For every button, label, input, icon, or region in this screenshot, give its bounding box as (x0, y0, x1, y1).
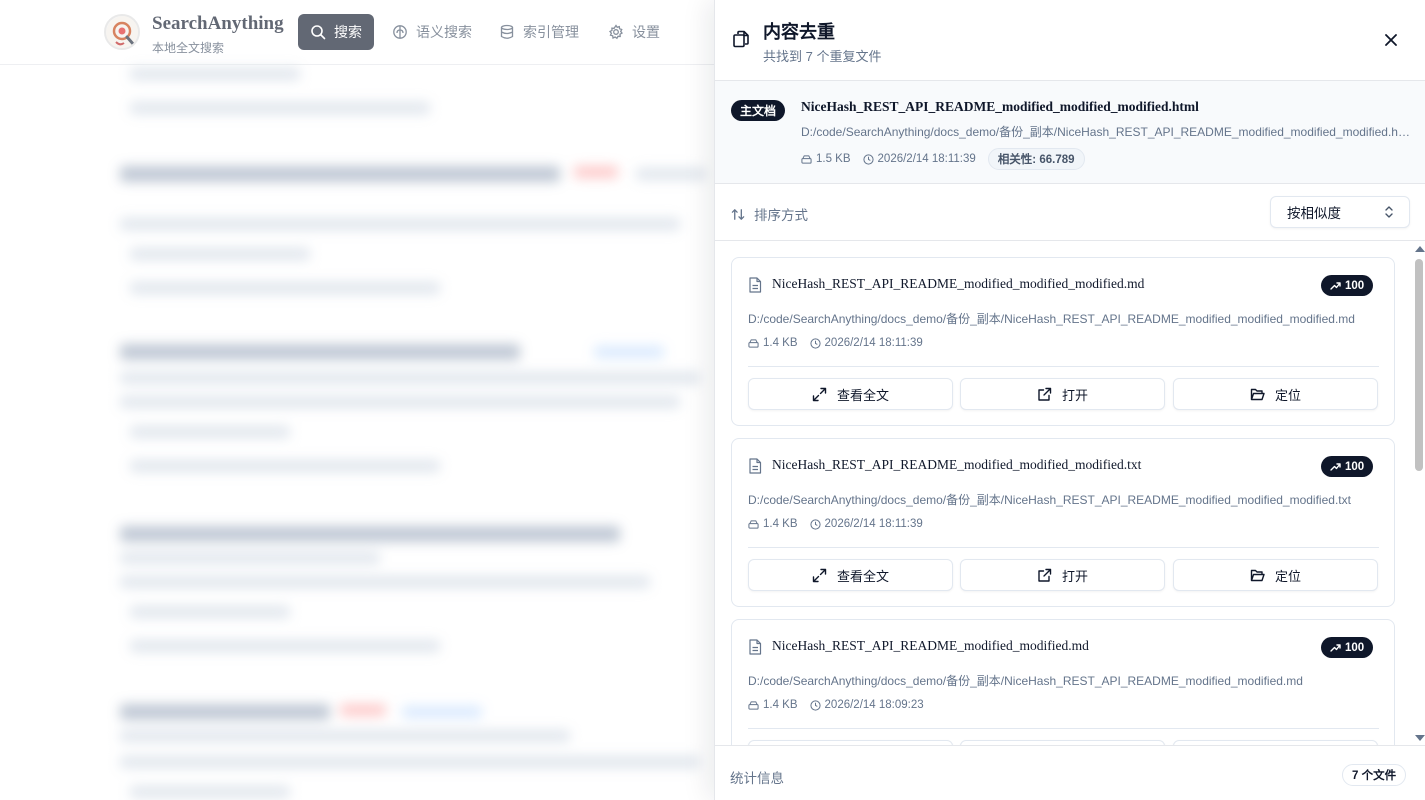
external-link-icon (1038, 568, 1052, 582)
primary-file-name[interactable]: NiceHash_REST_API_README_modified_modifi… (801, 99, 1199, 115)
file-time: 2026/2/14 18:11:39 (809, 518, 923, 530)
sort-label-text: 排序方式 (754, 208, 808, 223)
file-icon (749, 277, 762, 293)
similarity-score: 100 (1345, 641, 1365, 654)
primary-file-path: D:/code/SearchAnything/docs_demo/备份_副本/N… (801, 125, 1411, 139)
file-icon (749, 639, 762, 655)
drive-icon (801, 154, 812, 164)
duplicate-meta: 1.4 KB 2026/2/14 18:11:39 (748, 337, 935, 349)
locate-label: 定位 (1274, 568, 1301, 584)
file-size-value: 1.4 KB (763, 337, 798, 349)
primary-badge: 主文档 (731, 100, 786, 121)
panel-subtitle: 共找到 7 个重复文件 (763, 49, 882, 64)
file-time: 2026/2/14 18:11:39 (809, 337, 923, 349)
card-divider (748, 366, 1379, 367)
expand-icon (812, 568, 827, 582)
file-time-value: 2026/2/14 18:11:39 (824, 518, 923, 530)
similarity-badge: 100 (1321, 275, 1374, 296)
panel-footer: 统计信息 7 个文件 (715, 745, 1425, 800)
panel-header: 内容去重 共找到 7 个重复文件 (715, 0, 1425, 81)
card-divider (748, 728, 1379, 729)
close-icon (1385, 34, 1397, 46)
open-button[interactable]: 打开 (960, 559, 1165, 591)
trend-up-icon (1330, 282, 1341, 290)
drive-icon (748, 338, 759, 348)
sort-select[interactable]: 按相似度 (1270, 196, 1410, 228)
file-time: 2026/2/14 18:09:23 (809, 699, 924, 711)
sort-select-value: 按相似度 (1287, 206, 1341, 221)
locate-label: 定位 (1274, 387, 1301, 403)
duplicate-meta: 1.4 KB 2026/2/14 18:09:23 (748, 699, 936, 711)
sort-bar: 排序方式 按相似度 (715, 184, 1425, 241)
file-count-badge: 7 个文件 (1342, 764, 1407, 786)
chevron-up-down-icon (1385, 206, 1393, 218)
clock-icon (862, 153, 874, 165)
similarity-badge: 100 (1321, 456, 1374, 477)
open-button[interactable]: 打开 (960, 378, 1165, 410)
open-label: 打开 (1061, 568, 1088, 584)
file-time-value: 2026/2/14 18:11:39 (824, 337, 923, 349)
panel-title: 内容去重 (763, 22, 835, 42)
duplicate-card: NiceHash_REST_API_README_modified_modifi… (731, 257, 1395, 426)
duplicate-file-path: D:/code/SearchAnything/docs_demo/备份_副本/N… (748, 674, 1303, 688)
scrollbar[interactable] (1412, 241, 1425, 745)
sort-arrows-icon (731, 208, 745, 220)
clock-icon (809, 518, 821, 530)
scroll-down-arrow[interactable] (1415, 735, 1425, 741)
view-full-text-button[interactable]: 查看全文 (748, 559, 953, 591)
folder-open-icon (1250, 569, 1265, 581)
drive-icon (748, 700, 759, 710)
trend-up-icon (1330, 644, 1341, 652)
file-time-value: 2026/2/14 18:09:23 (824, 699, 924, 711)
close-button[interactable] (1381, 30, 1401, 50)
file-time-value: 2026/2/14 18:11:39 (877, 153, 976, 165)
file-size: 1.4 KB (748, 699, 798, 711)
locate-button[interactable]: 定位 (1173, 559, 1378, 591)
duplicate-meta: 1.4 KB 2026/2/14 18:11:39 (748, 518, 935, 530)
dedup-panel: 内容去重 共找到 7 个重复文件 主文档 NiceHash_REST_API_R… (714, 0, 1425, 800)
file-size-value: 1.5 KB (816, 153, 851, 165)
file-icon (749, 458, 762, 474)
relevance-badge: 相关性: 66.789 (987, 148, 1085, 170)
expand-icon (812, 387, 827, 401)
copy-icon (733, 30, 749, 48)
stats-label: 统计信息 (730, 771, 784, 786)
folder-open-icon (1250, 388, 1265, 400)
clock-icon (809, 337, 821, 349)
trend-up-icon (1330, 463, 1341, 471)
file-size: 1.4 KB (748, 518, 798, 530)
duplicate-card: NiceHash_REST_API_README_modified_modifi… (731, 619, 1395, 745)
scroll-thumb[interactable] (1415, 259, 1423, 471)
duplicate-file-path: D:/code/SearchAnything/docs_demo/备份_副本/N… (748, 312, 1355, 326)
view-full-text-label: 查看全文 (836, 568, 889, 584)
file-size-value: 1.4 KB (763, 699, 798, 711)
duplicate-file-name[interactable]: NiceHash_REST_API_README_modified_modifi… (772, 638, 1089, 654)
file-size: 1.5 KB (801, 153, 851, 165)
duplicate-file-name[interactable]: NiceHash_REST_API_README_modified_modifi… (772, 457, 1141, 473)
external-link-icon (1038, 387, 1052, 401)
locate-button[interactable]: 定位 (1173, 378, 1378, 410)
file-size-value: 1.4 KB (763, 518, 798, 530)
duplicate-card: NiceHash_REST_API_README_modified_modifi… (731, 438, 1395, 607)
view-full-text-button[interactable]: 查看全文 (748, 378, 953, 410)
scroll-up-arrow[interactable] (1415, 246, 1425, 252)
open-label: 打开 (1061, 387, 1088, 403)
duplicate-file-path: D:/code/SearchAnything/docs_demo/备份_副本/N… (748, 493, 1351, 507)
similarity-score: 100 (1345, 279, 1365, 292)
clock-icon (809, 699, 821, 711)
file-size: 1.4 KB (748, 337, 798, 349)
file-time: 2026/2/14 18:11:39 (862, 153, 976, 165)
duplicate-list[interactable]: NiceHash_REST_API_README_modified_modifi… (715, 241, 1425, 745)
similarity-score: 100 (1345, 460, 1365, 473)
primary-document: 主文档 NiceHash_REST_API_README_modified_mo… (715, 81, 1425, 184)
view-full-text-label: 查看全文 (836, 387, 889, 403)
sort-label: 排序方式 (731, 204, 808, 224)
drive-icon (748, 519, 759, 529)
duplicate-file-name[interactable]: NiceHash_REST_API_README_modified_modifi… (772, 276, 1144, 292)
similarity-badge: 100 (1321, 637, 1374, 658)
card-divider (748, 547, 1379, 548)
primary-meta: 1.5 KB 2026/2/14 18:11:39 相关性: 66.789 (801, 148, 1085, 170)
